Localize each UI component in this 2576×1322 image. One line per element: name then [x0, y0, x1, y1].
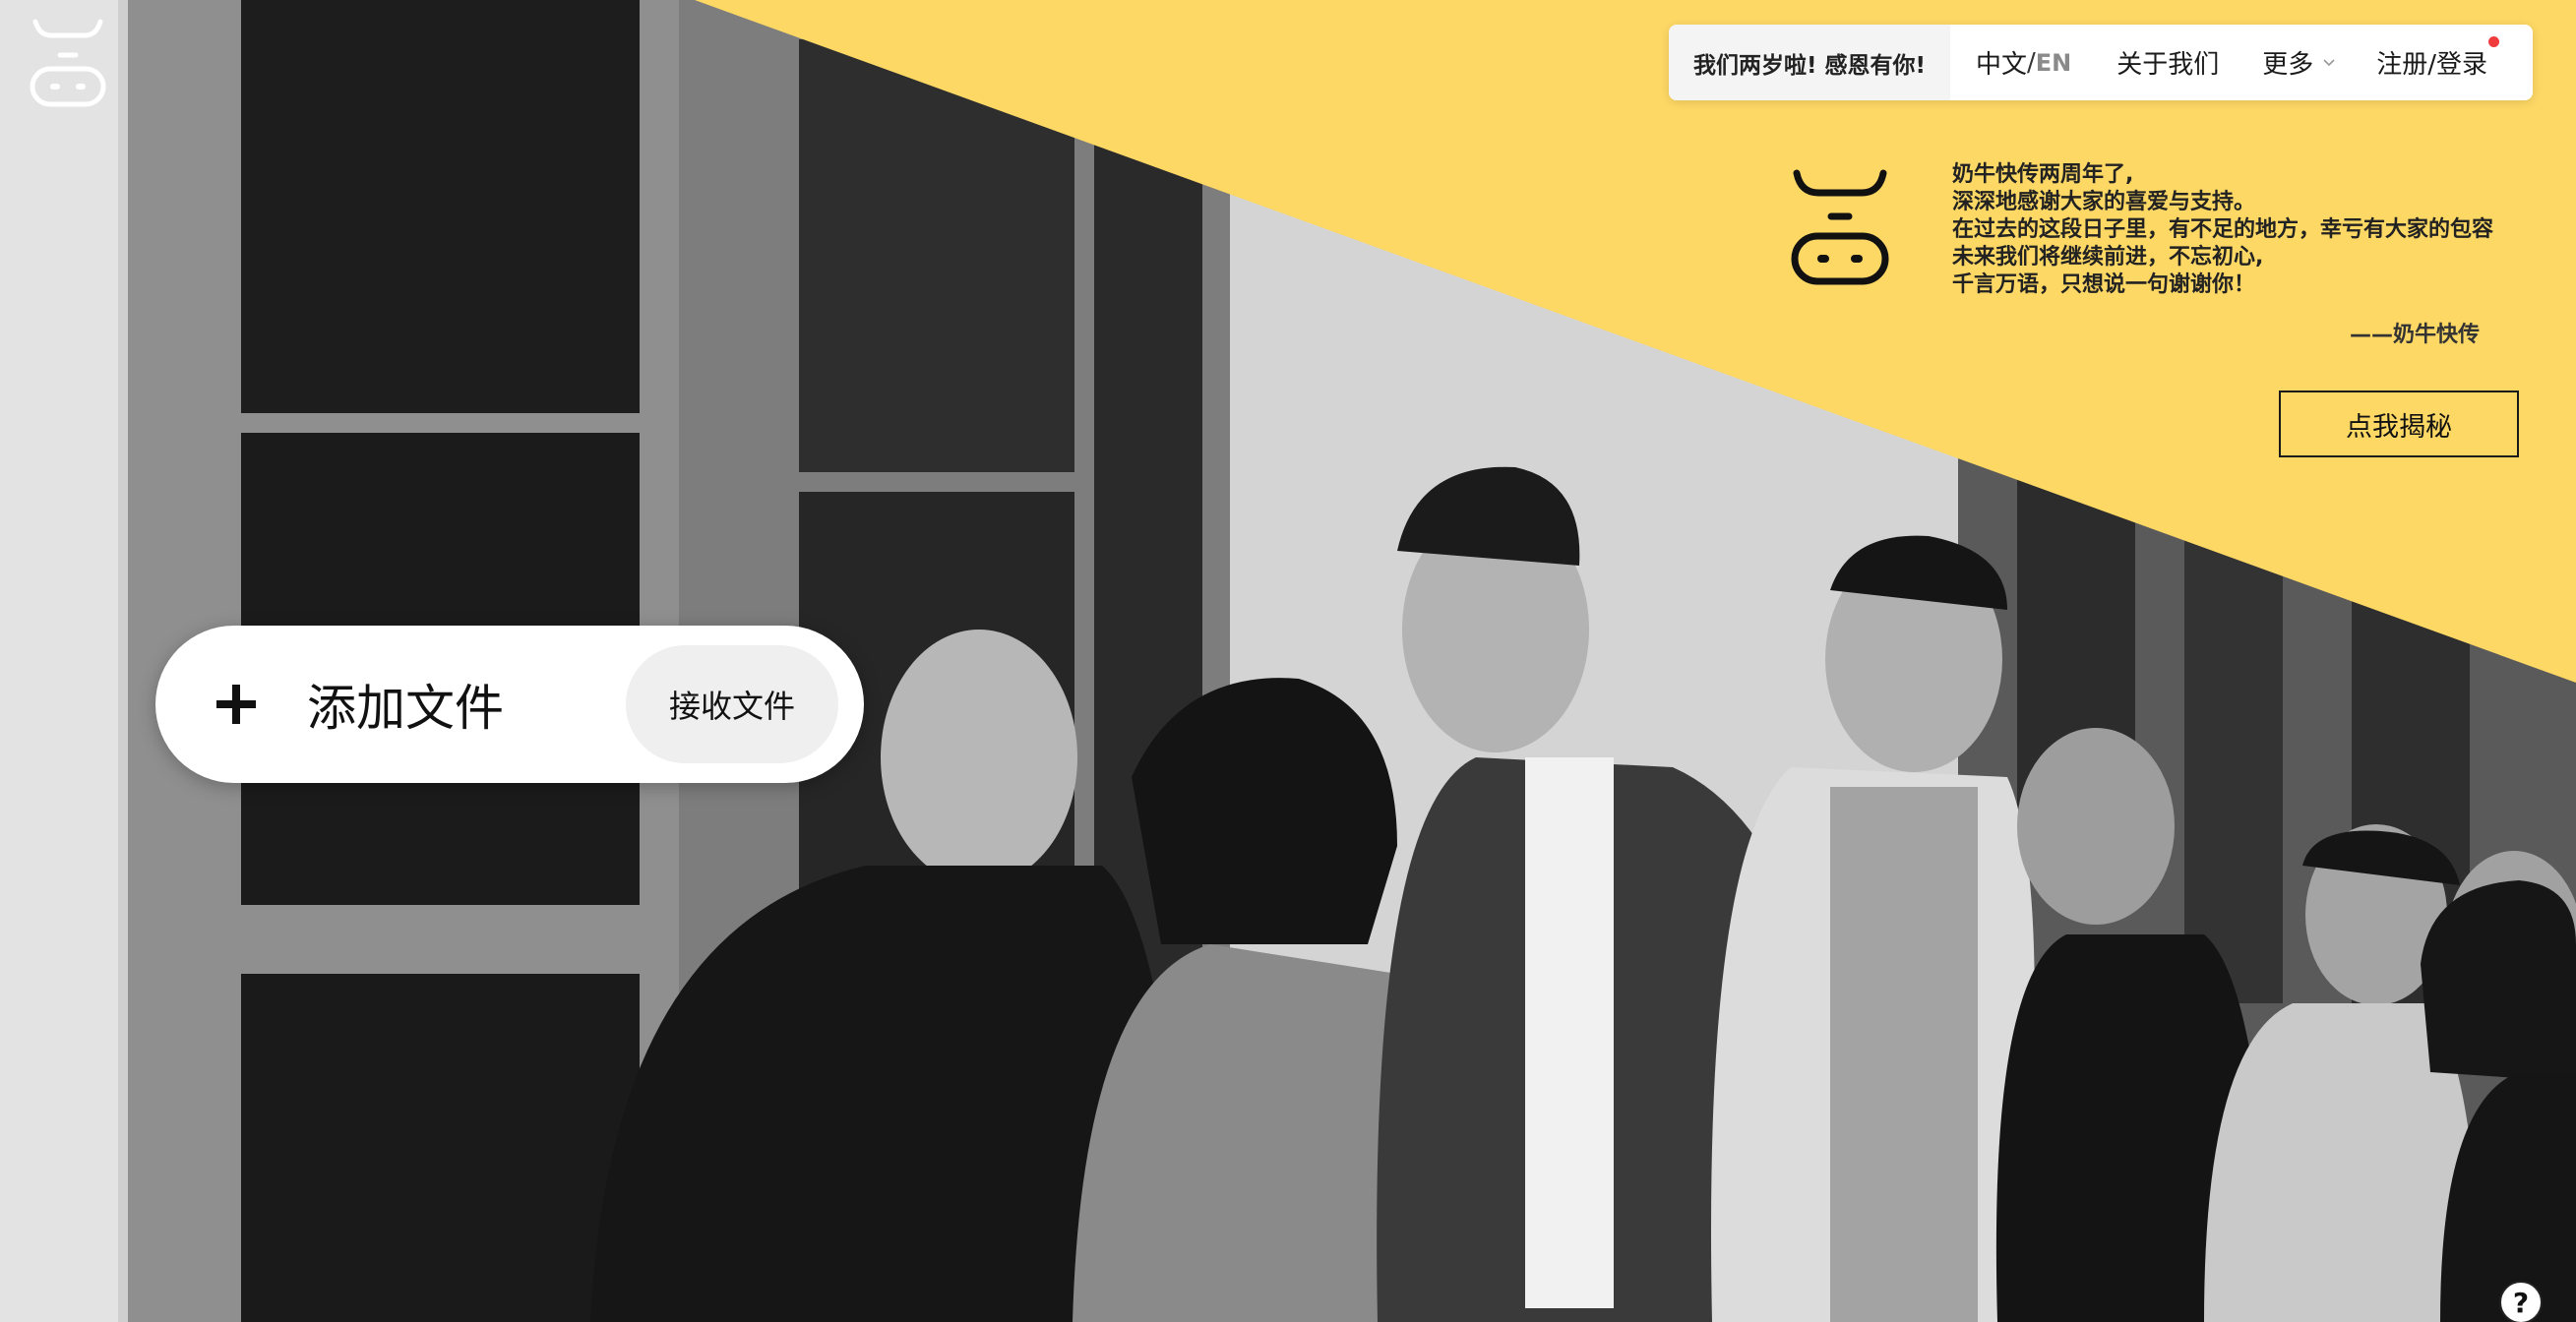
top-nav: 我们两岁啦! 感恩有你! 中文 / EN 关于我们 更多 注册/登录	[1669, 25, 2533, 100]
more-menu[interactable]: 更多	[2262, 44, 2335, 81]
message-line: 深深地感谢大家的喜爱与支持。	[1952, 190, 2256, 214]
lang-zh[interactable]: 中文	[1976, 44, 2027, 81]
register-login-link[interactable]: 注册/登录	[2376, 36, 2500, 81]
upload-card: 添加文件 接收文件	[155, 626, 864, 783]
chevron-down-icon	[2323, 58, 2335, 66]
about-us-link[interactable]: 关于我们	[2116, 44, 2219, 81]
message-line: 奶牛快传两周年了,	[1952, 162, 2134, 187]
more-label: 更多	[2262, 50, 2314, 80]
help-icon[interactable]: ?	[2499, 1281, 2543, 1322]
language-switch[interactable]: 中文 / EN	[1976, 44, 2071, 81]
lang-separator: /	[2027, 47, 2036, 78]
cow-logo-icon	[1791, 169, 1889, 285]
notification-dot	[2488, 36, 2500, 47]
lang-en[interactable]: EN	[2036, 49, 2071, 77]
message-line: 在过去的这段日子里，有不足的地方，幸亏有大家的包容	[1952, 217, 2494, 242]
message-line: 千言万语，只想说一句谢谢你！	[1952, 272, 2256, 297]
add-file-button[interactable]: 添加文件	[215, 626, 504, 783]
anniversary-message: 奶牛快传两周年了, 深深地感谢大家的喜爱与支持。 在过去的这段日子里，有不足的地…	[1952, 161, 2543, 299]
anniversary-promo[interactable]: 我们两岁啦! 感恩有你!	[1669, 25, 1950, 100]
page: 我们两岁啦! 感恩有你! 中文 / EN 关于我们 更多 注册/登录 奶牛快传两周年…	[0, 0, 2576, 1322]
message-line: 未来我们将继续前进，不忘初心,	[1952, 245, 2264, 270]
login-label: 注册/登录	[2376, 50, 2488, 80]
message-signature: ——奶牛快传	[2350, 323, 2481, 347]
cow-logo-icon[interactable]	[28, 18, 108, 110]
reveal-button[interactable]: 点我揭秘	[2279, 391, 2519, 457]
add-file-label: 添加文件	[307, 680, 504, 737]
plus-icon	[216, 685, 256, 724]
receive-file-button[interactable]: 接收文件	[626, 645, 838, 763]
